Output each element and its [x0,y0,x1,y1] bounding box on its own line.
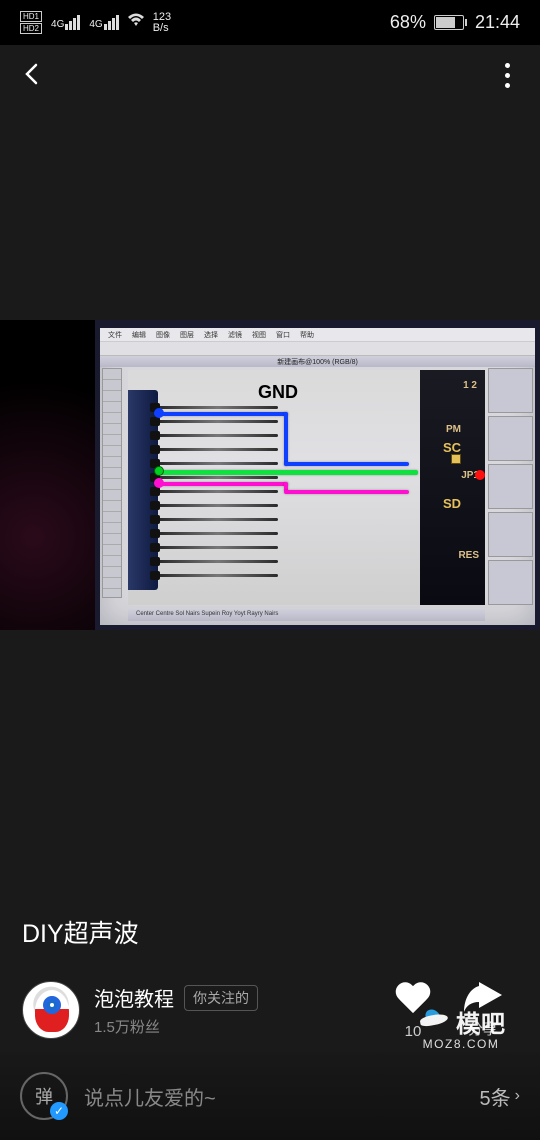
wire-magenta [158,482,288,486]
circuit-photo: 1 2 PM SC JP1 SD RES GND [128,370,485,605]
wire-blue [158,412,288,416]
wire-blue-2 [284,462,409,466]
side-panels [488,368,533,605]
comment-count-label: 5条 [480,1082,511,1111]
video-bg-left [0,320,95,630]
tool-palette [102,368,122,598]
signal-sim2: 4G [88,15,118,30]
clock: 21:44 [475,12,520,33]
battery-percent: 68% [390,12,426,33]
wifi-icon [127,13,145,32]
editor-screen: 文件 编辑 图像 图层 选择 滤镜 视图 窗口 帮助 新建画布@100% (RG… [100,328,535,625]
hd-badges: HD1 HD2 [20,11,42,34]
status-left: HD1 HD2 4G 4G 123 B/s [20,11,171,34]
watermark: 模吧 MOZ8.COM [396,1002,526,1052]
wire-blue-v [284,412,288,466]
label-gnd: GND [258,382,298,403]
author-info[interactable]: 泡泡教程 你关注的 1.5万粉丝 [94,983,378,1037]
label-sd: SD [443,496,461,511]
node-red [475,470,485,480]
bottom-bar: 弹 ✓ 说点儿友爱的~ 5条 › [0,1052,540,1140]
top-nav [0,45,540,105]
wire-green [158,470,418,475]
label-res: RES [458,550,479,561]
battery-icon [434,15,467,30]
data-rate: 123 B/s [153,12,171,34]
author-name: 泡泡教程 [94,983,174,1012]
chevron-right-icon: › [515,1087,520,1105]
check-icon: ✓ [50,1102,68,1120]
status-bar: HD1 HD2 4G 4G 123 B/s 68% 21:44 [0,0,540,45]
status-right: 68% 21:44 [390,12,520,33]
hd1-badge: HD1 [20,11,42,22]
header-pins [158,400,288,580]
danmu-toggle[interactable]: 弹 ✓ [20,1072,68,1120]
label-sc: SC [443,440,461,455]
editor-titlebar: 新建画布@100% (RGB/8) [100,356,535,367]
editor-canvas: 1 2 PM SC JP1 SD RES GND [128,370,485,605]
label-12: 1 2 [463,380,477,391]
watermark-text: 模吧 [456,1004,506,1039]
node-blue [154,408,164,418]
watermark-url: MOZ8.COM [423,1037,500,1051]
hd2-badge: HD2 [20,23,42,34]
editor-toolbar [100,342,535,356]
node-green [154,466,164,476]
pcb-right: 1 2 PM SC JP1 SD RES [420,370,485,605]
author-avatar[interactable] [22,981,80,1039]
comment-count-button[interactable]: 5条 › [480,1082,520,1111]
label-pm: PM [446,424,461,435]
follow-status-badge: 你关注的 [184,985,258,1011]
signal-sim1: 4G [50,15,80,30]
plane-icon [416,1009,452,1033]
editor-menubar: 文件 编辑 图像 图层 选择 滤镜 视图 窗口 帮助 [100,328,535,342]
video-player[interactable]: 文件 编辑 图像 图层 选择 滤镜 视图 窗口 帮助 新建画布@100% (RG… [0,320,540,630]
video-title[interactable]: DIY超声波 [22,914,139,950]
node-magenta [154,478,164,488]
back-button[interactable] [20,57,44,94]
fans-count: 1.5万粉丝 [94,1016,378,1037]
comment-input[interactable]: 说点儿友爱的~ [84,1082,464,1111]
wire-magenta-2 [284,490,409,494]
more-options-button[interactable] [495,53,520,98]
danmu-icon: 弹 [35,1083,53,1109]
editor-statusbar: Center Centre Sol Nairs Supein Roy Yoyt … [128,609,485,621]
